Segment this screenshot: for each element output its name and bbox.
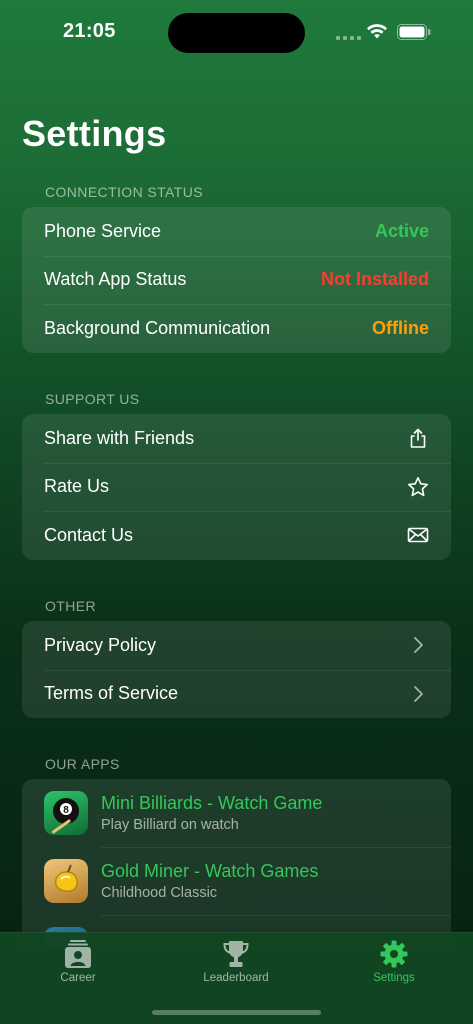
share-with-friends-button[interactable]: Share with Friends	[22, 414, 451, 463]
our-apps-card: 8 Mini Billiards - Watch Game Play Billi…	[22, 779, 451, 949]
gold-nugget-app-icon	[44, 859, 88, 903]
rate-us-button[interactable]: Rate Us	[22, 462, 451, 512]
app-subtitle: Childhood Classic	[101, 885, 218, 901]
dynamic-island	[168, 13, 305, 53]
connection-row-phone-service: Phone Service Active	[22, 207, 451, 256]
tab-settings[interactable]: Settings	[334, 939, 454, 984]
envelope-icon	[407, 524, 429, 546]
battery-icon	[397, 24, 431, 40]
row-label: Terms of Service	[44, 683, 179, 704]
row-label: Share with Friends	[44, 427, 195, 448]
chevron-right-icon	[407, 683, 429, 705]
wifi-icon	[367, 24, 387, 39]
status-value-active: Active	[374, 220, 429, 241]
connection-status-card: Phone Service Active Watch App Status No…	[22, 207, 451, 353]
connection-row-background: Background Communication Offline	[22, 304, 451, 353]
section-header-other: OTHER	[45, 598, 96, 614]
share-icon	[407, 427, 429, 449]
app-subtitle: Play Billiard on watch	[101, 817, 239, 833]
privacy-policy-link[interactable]: Privacy Policy	[22, 621, 451, 670]
app-item-gold-miner[interactable]: Gold Miner - Watch Games Childhood Class…	[22, 847, 451, 915]
svg-text:8: 8	[63, 805, 69, 816]
row-label: Phone Service	[44, 220, 162, 241]
section-header-apps: OUR APPS	[45, 756, 120, 772]
connection-row-watch-app: Watch App Status Not Installed	[22, 255, 451, 305]
page-title: Settings	[22, 113, 167, 154]
tab-label: Leaderboard	[203, 972, 269, 984]
cellular-signal-icon	[336, 36, 361, 40]
tab-bar: Career Leaderboard Settings	[0, 932, 473, 1024]
row-label: Contact Us	[44, 524, 134, 545]
app-title: Mini Billiards - Watch Game	[101, 793, 323, 813]
tab-label: Settings	[373, 972, 415, 984]
star-icon	[407, 476, 429, 498]
support-card: Share with Friends Rate Us Contact Us	[22, 414, 451, 560]
chevron-right-icon	[407, 634, 429, 656]
tab-leaderboard[interactable]: Leaderboard	[176, 939, 296, 984]
status-value-offline: Offline	[372, 317, 429, 338]
eight-ball-app-icon: 8	[44, 791, 88, 835]
row-label: Rate Us	[44, 476, 110, 497]
row-label: Background Communication	[44, 317, 271, 338]
other-card: Privacy Policy Terms of Service	[22, 621, 451, 718]
status-time: 21:05	[63, 20, 116, 42]
section-header-support: SUPPORT US	[45, 391, 140, 407]
terms-of-service-link[interactable]: Terms of Service	[22, 669, 451, 719]
row-label: Watch App Status	[44, 269, 187, 290]
app-title: Gold Miner - Watch Games	[101, 861, 319, 881]
contact-us-button[interactable]: Contact Us	[22, 511, 451, 560]
row-label: Privacy Policy	[44, 634, 157, 655]
home-indicator[interactable]	[152, 1010, 321, 1015]
trophy-icon	[223, 941, 249, 967]
person-card-icon	[65, 940, 91, 968]
gear-icon	[380, 940, 408, 968]
tab-label: Career	[60, 972, 96, 984]
status-bar: 21:05	[0, 0, 473, 60]
status-value-not-installed: Not Installed	[320, 269, 429, 290]
tab-career[interactable]: Career	[18, 939, 138, 984]
section-header-connection: CONNECTION STATUS	[45, 184, 203, 200]
app-item-mini-billiards[interactable]: 8 Mini Billiards - Watch Game Play Billi…	[22, 779, 451, 847]
